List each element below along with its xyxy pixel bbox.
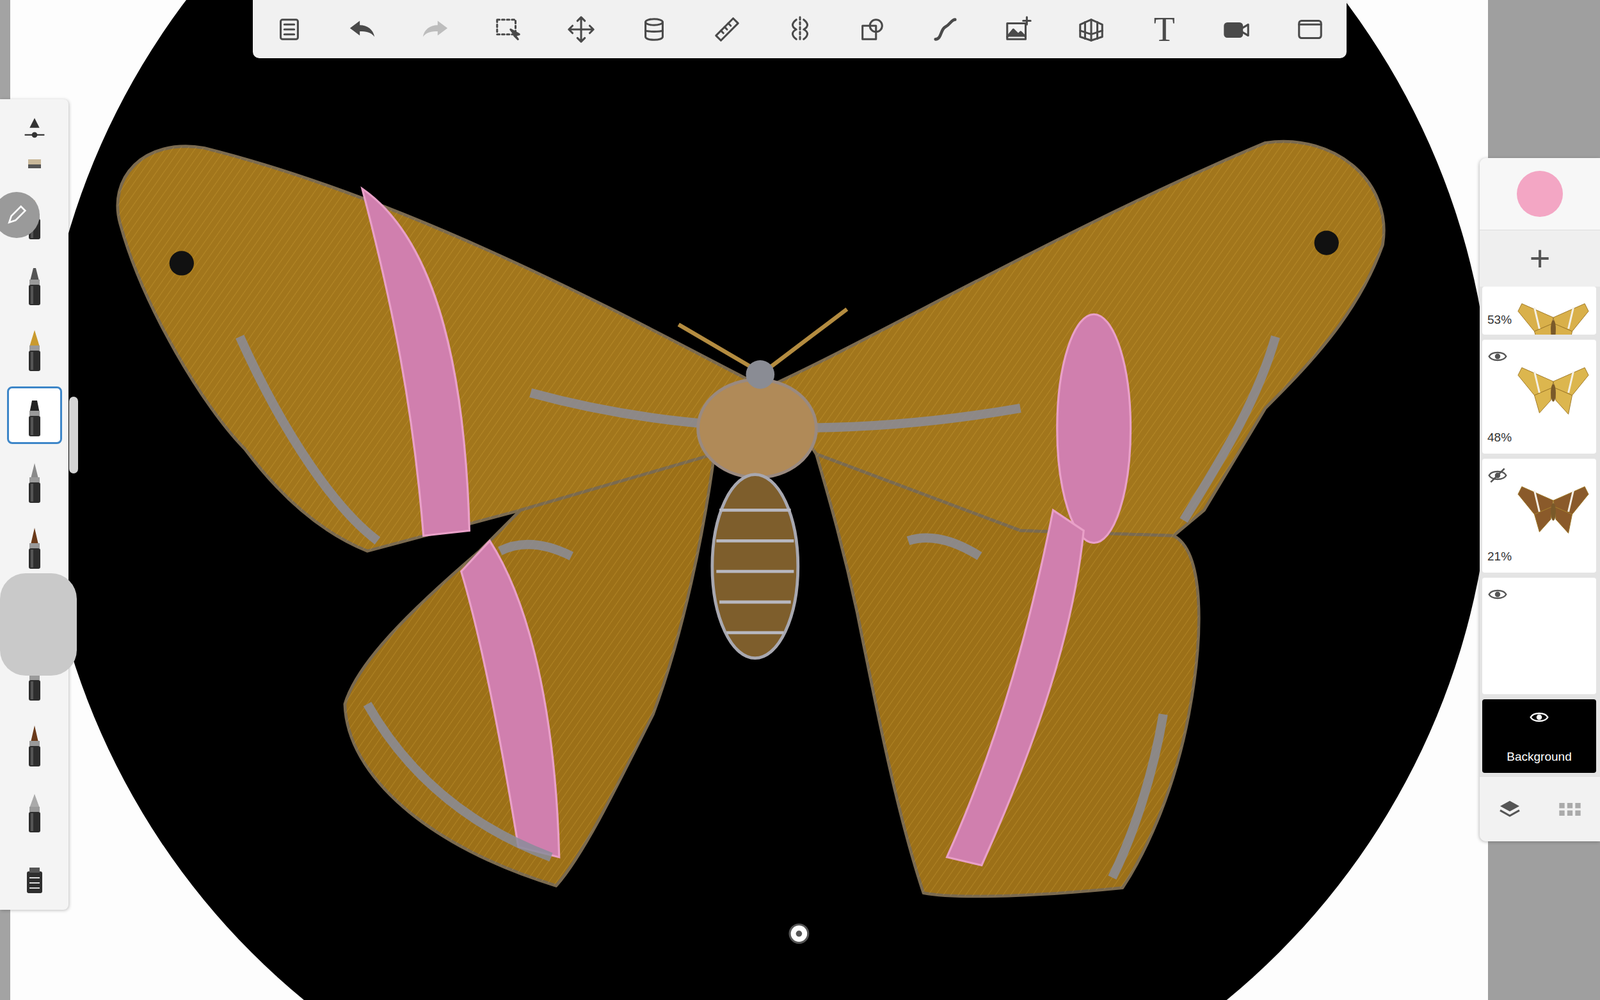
brush-item[interactable] [7, 386, 63, 445]
brush-item[interactable] [7, 448, 63, 515]
layer-opacity: 48% [1487, 430, 1516, 445]
fullscreen-button[interactable] [1273, 0, 1347, 59]
add-image-tool[interactable] [981, 0, 1055, 59]
brush-item[interactable] [7, 844, 63, 911]
nib-icon [21, 327, 48, 373]
marker-icon [21, 392, 48, 438]
video-camera-icon [1222, 14, 1252, 45]
pencil-icon [3, 202, 30, 228]
move-tool[interactable] [544, 0, 618, 59]
layer-thumbnail [1515, 288, 1592, 335]
layer-name: Background [1506, 750, 1572, 765]
shapes-tool[interactable] [836, 0, 910, 59]
fill-icon [639, 14, 669, 45]
perspective-tool[interactable] [1054, 0, 1128, 59]
move-icon [566, 14, 596, 45]
layer-info: 48% [1487, 346, 1516, 445]
image-icon [1003, 14, 1033, 45]
layer-info [1487, 584, 1516, 686]
fill-tool[interactable] [617, 0, 691, 59]
moth-drawing [117, 141, 1384, 897]
layer-thumbnail [1515, 471, 1592, 549]
airbrush-icon [21, 789, 48, 834]
brush-icon [21, 159, 48, 173]
canvas-circle [39, 0, 1492, 1000]
menu-button[interactable] [252, 0, 326, 59]
floating-puck[interactable] [0, 573, 77, 676]
pen-icon [21, 261, 48, 307]
selection-icon [493, 14, 523, 45]
artwork-canvas[interactable] [0, 0, 1600, 1000]
eye-icon[interactable] [1487, 346, 1508, 367]
color-area [1479, 158, 1600, 230]
perspective-grid-icon [1076, 14, 1106, 45]
layer-panel: +53% 48% 21% Background [1479, 158, 1600, 842]
layer-info [1486, 707, 1593, 728]
layer-opacity: 21% [1487, 549, 1516, 564]
fullscreen-icon [1295, 14, 1325, 45]
redo-button[interactable] [398, 0, 472, 59]
top-toolbar: T [252, 0, 1347, 59]
text-tool[interactable]: T [1127, 0, 1201, 59]
eye-icon[interactable] [1487, 584, 1508, 605]
grid-icon[interactable] [1557, 796, 1583, 823]
symmetry-tool[interactable] [763, 0, 837, 59]
add-layer-button[interactable]: + [1479, 229, 1600, 287]
add-layer-label: + [1529, 240, 1551, 277]
panel-footer [1479, 776, 1600, 842]
layer-tile[interactable] [1482, 577, 1597, 695]
ruler-icon [712, 14, 742, 45]
layer-tile[interactable]: Background [1482, 699, 1597, 774]
layer-tile[interactable]: 48% [1482, 339, 1597, 454]
symmetry-icon [785, 14, 815, 45]
brush-item[interactable] [7, 514, 63, 581]
brush-icon [21, 459, 48, 505]
eye-hidden-icon[interactable] [1487, 465, 1508, 486]
brush-item[interactable] [7, 250, 63, 317]
ink-icon [21, 723, 48, 768]
sketch-app: T +53% 48% 21% Background [0, 0, 1600, 1000]
color-swatch[interactable] [1516, 170, 1563, 217]
stroke-tool[interactable] [908, 0, 982, 59]
undo-button[interactable] [325, 0, 399, 59]
brush-item[interactable] [7, 159, 63, 185]
redo-icon [420, 14, 450, 45]
undo-icon [347, 14, 377, 45]
rotate-icon[interactable] [789, 924, 809, 944]
curve-icon [930, 14, 960, 45]
palette-scrollbar[interactable] [69, 396, 79, 474]
layer-tile[interactable]: 21% [1482, 458, 1597, 573]
layer-thumbnail [1515, 352, 1592, 430]
brush-size-icon [20, 115, 49, 144]
brush-library-icon [21, 855, 48, 900]
list-icon [274, 14, 304, 45]
brush-item[interactable] [7, 778, 63, 845]
brush-item[interactable] [7, 316, 63, 383]
selection-tool[interactable] [471, 0, 545, 59]
ruler-tool[interactable] [690, 0, 764, 59]
layer-opacity: 53% [1487, 312, 1516, 328]
text-tool-label: T [1153, 12, 1176, 47]
ink-icon [21, 525, 48, 571]
layer-tile[interactable]: 53% [1482, 286, 1597, 335]
eye-icon[interactable] [1528, 707, 1550, 728]
layer-info: 53% [1487, 312, 1516, 328]
record-tool[interactable] [1200, 0, 1274, 59]
shapes-icon [857, 14, 888, 45]
layer-info: 21% [1487, 465, 1516, 564]
layers-icon[interactable] [1496, 796, 1523, 823]
brush-item[interactable] [7, 712, 63, 779]
brush-item[interactable] [7, 99, 63, 160]
layer-list: 53% 48% 21% Background [1479, 286, 1600, 777]
